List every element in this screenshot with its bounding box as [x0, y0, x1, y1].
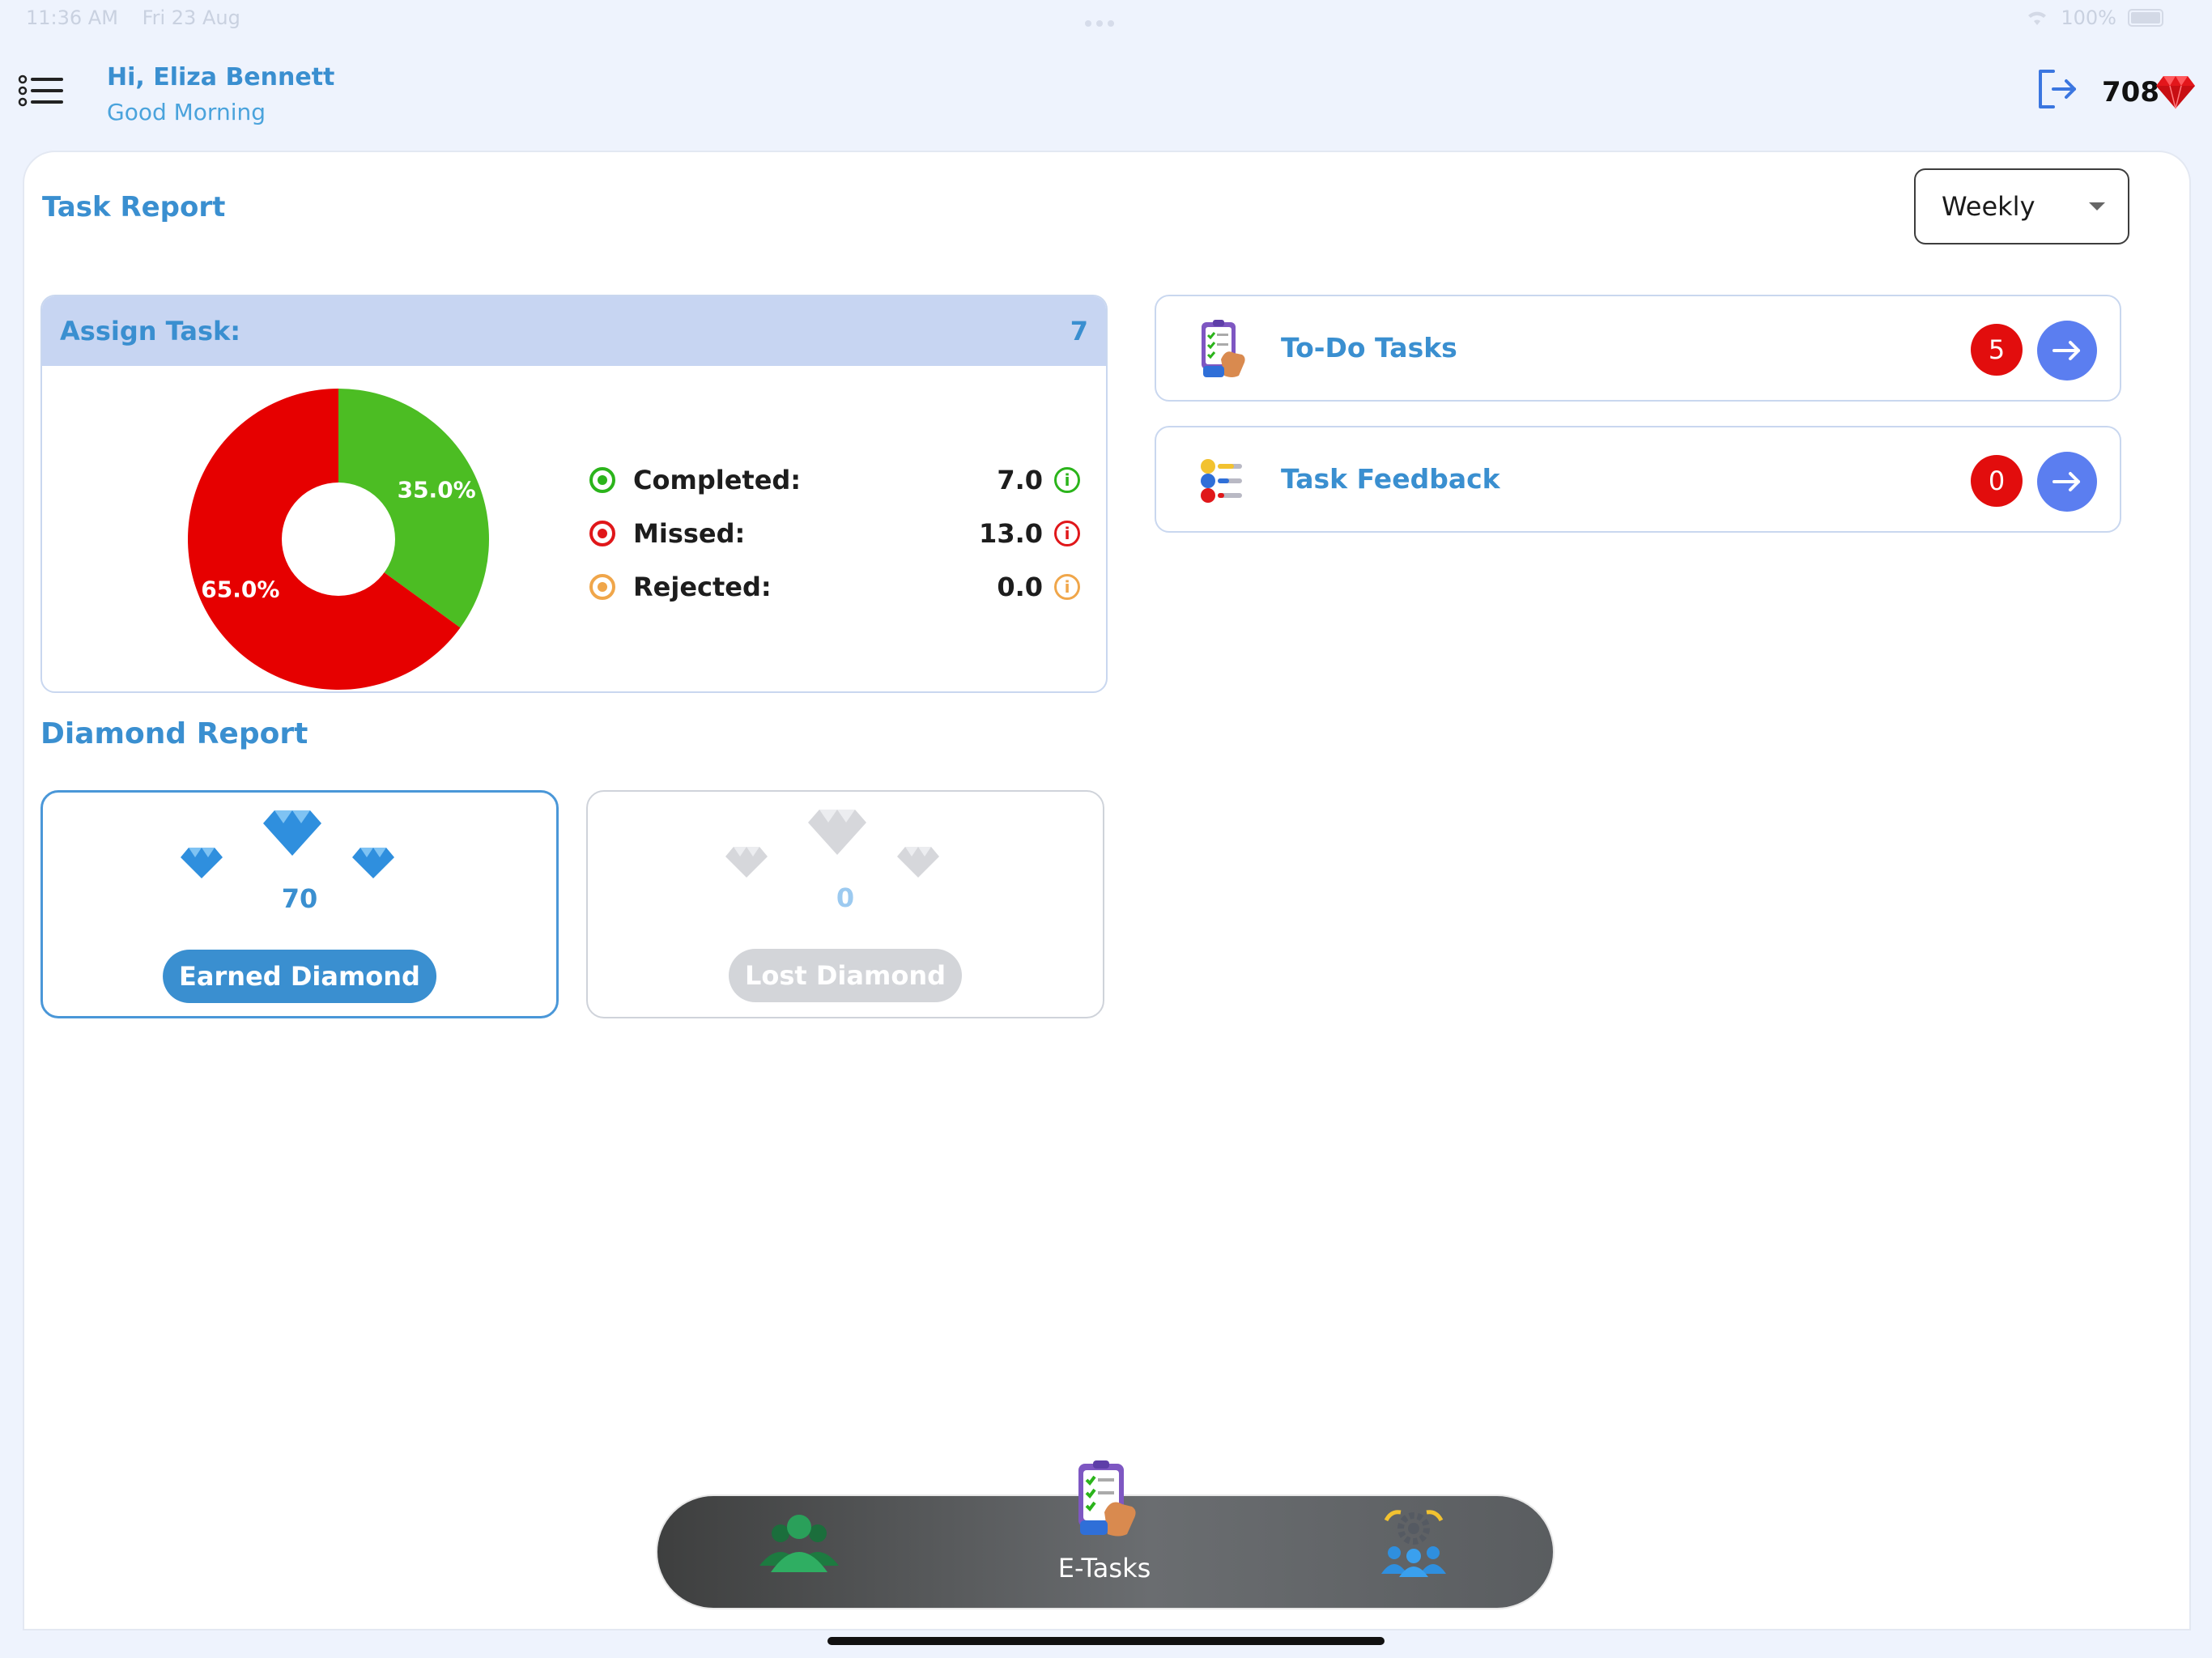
- task-feedback-label: Task Feedback: [1281, 463, 1500, 495]
- missed-dot-icon: [589, 521, 615, 546]
- todo-tasks-row[interactable]: To-Do Tasks 5: [1155, 295, 2121, 402]
- status-time: 11:36 AM: [26, 6, 118, 29]
- task-feedback-row[interactable]: Task Feedback 0: [1155, 426, 2121, 533]
- assign-task-header: Assign Task: 7: [42, 296, 1106, 366]
- todo-clipboard-icon: [1197, 319, 1249, 379]
- arrow-right-icon[interactable]: [2037, 452, 2097, 512]
- status-bar-left: 11:36 AM Fri 23 Aug: [26, 6, 258, 29]
- period-select-value: Weekly: [1942, 191, 2035, 222]
- legend-label: Missed:: [633, 518, 746, 549]
- donut-hole: [282, 483, 395, 596]
- completed-dot-icon: [589, 467, 615, 493]
- diamond-score: 708: [2102, 76, 2159, 108]
- blue-diamonds-icon: [181, 810, 394, 878]
- arrow-right-icon[interactable]: [2037, 321, 2097, 380]
- lost-diamond-count: 0: [836, 882, 855, 913]
- status-bar-right: 100%: [2025, 6, 2163, 29]
- info-icon[interactable]: i: [1054, 574, 1080, 600]
- diamond-report-title: Diamond Report: [40, 717, 308, 750]
- red-diamond-icon: [2155, 74, 2196, 110]
- battery-icon: [2128, 9, 2163, 27]
- user-greeting: Hi, Eliza Bennett: [107, 63, 335, 91]
- info-icon[interactable]: i: [1054, 467, 1080, 493]
- status-date: Fri 23 Aug: [142, 6, 240, 29]
- pie-slice-label: 65.0%: [201, 576, 279, 603]
- task-report-title: Task Report: [42, 191, 226, 223]
- menu-list-icon[interactable]: [18, 71, 66, 117]
- feedback-list-icon: [1197, 450, 1249, 510]
- todo-tasks-label: To-Do Tasks: [1281, 332, 1457, 363]
- multitask-dots-icon[interactable]: [1085, 15, 1125, 27]
- legend-value: 13.0: [979, 518, 1043, 549]
- feedback-count-badge: 0: [1971, 455, 2023, 507]
- legend-value: 7.0: [997, 465, 1043, 495]
- earned-diamond-count: 70: [281, 883, 318, 914]
- legend-label: Rejected:: [633, 572, 772, 602]
- todo-count-badge: 5: [1971, 324, 2023, 376]
- team-settings-icon[interactable]: [1380, 1507, 1448, 1577]
- etasks-clipboard-icon[interactable]: [1074, 1459, 1138, 1537]
- etasks-nav-label[interactable]: E-Tasks: [1056, 1553, 1153, 1584]
- legend-missed: Missed: 13.0 i: [589, 507, 1080, 560]
- logout-icon[interactable]: [2032, 65, 2081, 113]
- task-donut-chart: 35.0% 65.0%: [187, 389, 489, 690]
- task-legend: Completed: 7.0 i Missed: 13.0 i Rejected…: [589, 453, 1080, 614]
- earned-diamond-card[interactable]: 70 Earned Diamond: [40, 790, 559, 1018]
- assign-task-label: Assign Task:: [60, 316, 241, 346]
- rejected-dot-icon: [589, 574, 615, 600]
- battery-percent: 100%: [2061, 6, 2116, 29]
- earned-diamond-button[interactable]: Earned Diamond: [163, 950, 436, 1003]
- grey-diamonds-icon: [725, 810, 939, 878]
- assign-task-count: 7: [1070, 316, 1088, 346]
- lost-diamond-button[interactable]: Lost Diamond: [729, 949, 962, 1002]
- legend-completed: Completed: 7.0 i: [589, 453, 1080, 507]
- greeting-subtitle: Good Morning: [107, 99, 266, 125]
- home-indicator[interactable]: [827, 1637, 1385, 1645]
- legend-rejected: Rejected: 0.0 i: [589, 560, 1080, 614]
- legend-value: 0.0: [997, 572, 1043, 602]
- chevron-down-icon: [2089, 202, 2105, 210]
- pie-slice-label: 35.0%: [398, 476, 476, 503]
- lost-diamond-card[interactable]: 0 Lost Diamond: [586, 790, 1104, 1018]
- period-select[interactable]: Weekly: [1914, 168, 2129, 244]
- legend-label: Completed:: [633, 465, 802, 495]
- people-group-icon[interactable]: [756, 1512, 842, 1574]
- wifi-icon: [2028, 11, 2047, 25]
- info-icon[interactable]: i: [1054, 521, 1080, 546]
